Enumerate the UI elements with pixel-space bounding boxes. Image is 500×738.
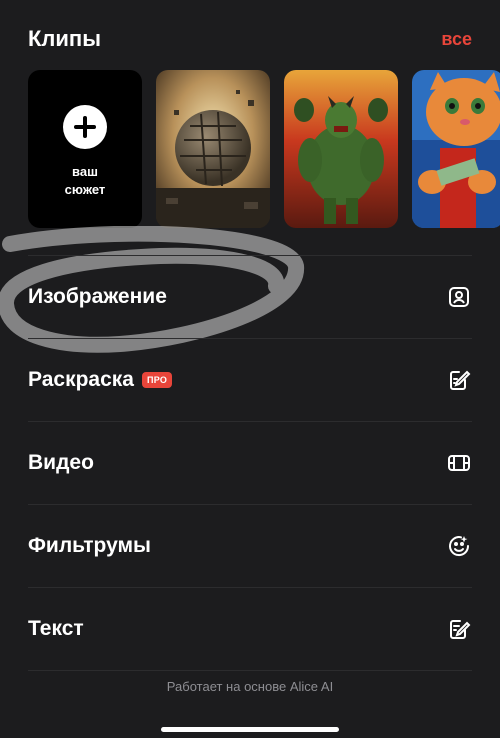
app-screen: Клипы все ваш сюжет Изображение Раскраск… (0, 0, 500, 738)
clips-carousel[interactable]: ваш сюжет (28, 70, 500, 228)
menu-item-coloring[interactable]: Раскраска ПРО (28, 338, 472, 421)
new-clip-button[interactable]: ваш сюжет (28, 70, 142, 228)
clip-cat-money[interactable] (412, 70, 500, 228)
menu-item-image[interactable]: Изображение (28, 255, 472, 338)
clips-header: Клипы все (28, 26, 472, 52)
powered-by-text: Работает на основе Alice AI (166, 679, 334, 694)
film-icon (446, 450, 472, 476)
clips-title: Клипы (28, 26, 102, 51)
menu-item-video[interactable]: Видео (28, 421, 472, 504)
footer-divider (28, 670, 472, 671)
menu-item-filters[interactable]: Фильтрумы (28, 504, 472, 587)
face-filter-icon (446, 533, 472, 559)
plus-icon (63, 105, 107, 149)
menu-item-label: Фильтрумы (28, 534, 151, 557)
clip-green-monster[interactable] (284, 70, 398, 228)
clip-rock-ball[interactable] (156, 70, 270, 228)
menu-item-label: Текст (28, 617, 84, 640)
pro-badge: ПРО (141, 372, 173, 388)
creation-menu: Изображение Раскраска ПРО Видео Фильтрум… (28, 255, 472, 670)
menu-item-text[interactable]: Текст (28, 587, 472, 670)
home-indicator[interactable] (161, 727, 339, 732)
menu-item-label: Раскраска (28, 368, 134, 391)
edit-pencil-icon (446, 367, 472, 393)
clips-all-link[interactable]: все (441, 29, 472, 50)
image-icon (446, 284, 472, 310)
text-edit-icon (446, 616, 472, 642)
new-clip-label: ваш сюжет (64, 164, 106, 197)
menu-item-label: Видео (28, 451, 94, 474)
menu-item-label: Изображение (28, 285, 167, 308)
